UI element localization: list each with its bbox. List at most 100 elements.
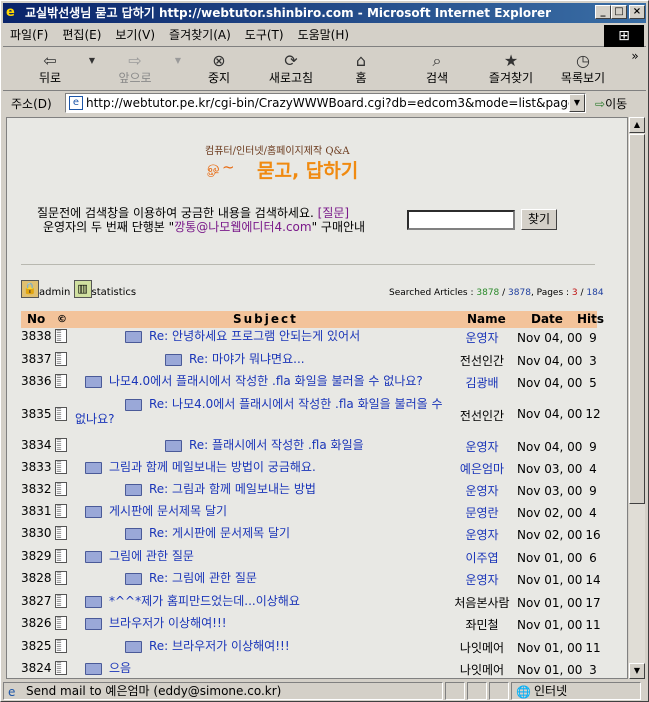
statistics-link[interactable]: statistics (92, 287, 137, 298)
table-row: 3829 = = = 그림에 관한 질문 이주엽 Nov 01, 00 6 (21, 549, 597, 569)
forward-button[interactable]: ⇨ 앞으로 (107, 51, 163, 89)
table-row: 3825 = = = Re: 브라우저가 이상해여!!! 나잇메어 Nov 01, 00… (21, 639, 601, 659)
vertical-scrollbar[interactable]: ▲ ▼ (628, 117, 645, 679)
question-link[interactable]: [질문] (318, 206, 349, 220)
menu-favorites[interactable]: 즐겨찾기(A) (162, 25, 238, 45)
article-subject-link[interactable]: Re: 그림과 함께 메일보내는 방법 (149, 482, 316, 497)
author-name[interactable]: 예은엄마 (447, 460, 517, 477)
article-subject-link[interactable]: 그림과 함께 메일보내는 방법이 궁금해요. (109, 460, 316, 475)
post-date: Nov 01, 00 (517, 596, 583, 610)
address-dropdown-icon[interactable]: ▼ (569, 94, 585, 112)
back-button[interactable]: ⇦ 뒤로 (25, 51, 75, 89)
table-row: 3838 = = = Re: 안녕하세요 프로그램 안되는게 있어서 운영자 Nov 0… (21, 329, 597, 349)
article-subject-link[interactable]: 브라우저가 이상해여!!! (109, 616, 227, 631)
document-icon: = = = (55, 661, 67, 675)
history-button[interactable]: ◷ 목록보기 (553, 51, 613, 89)
post-date: Nov 04, 00 (517, 407, 583, 421)
go-arrow-icon: ⇨ (595, 97, 606, 111)
close-button[interactable]: × (629, 5, 645, 19)
admin-link[interactable]: admin (39, 287, 70, 298)
author-name[interactable]: 운영자 (447, 526, 517, 543)
post-date: Nov 01, 00 (517, 641, 583, 655)
folder-icon (85, 596, 102, 608)
post-date: Nov 02, 00 (517, 506, 583, 520)
back-dropdown[interactable]: ▼ (87, 51, 97, 89)
hit-count: 12 (585, 407, 601, 421)
scroll-thumb[interactable] (629, 134, 645, 504)
folder-icon (125, 573, 142, 585)
article-subject-link[interactable]: 나모4.0에서 플래시에서 작성한 .fla 화일을 불러올 수 없나요? (109, 374, 423, 389)
maximize-button[interactable]: □ (611, 5, 627, 19)
author-name[interactable]: 처음본사람 (447, 594, 517, 611)
author-name[interactable]: 운영자 (447, 438, 517, 455)
article-subject-link[interactable]: Re: 나모4.0에서 플래시에서 작성한 .fla 화일을 불러올 수 없나요… (75, 397, 445, 427)
menu-file[interactable]: 파일(F) (3, 25, 55, 45)
board-search-button[interactable]: 찾기 (521, 209, 557, 230)
menu-edit[interactable]: 편집(E) (55, 25, 108, 45)
article-subject-link[interactable]: Re: 안녕하세요 프로그램 안되는게 있어서 (149, 329, 360, 344)
table-row: 3828 = = = Re: 그림에 관한 질문 운영자 Nov 01, 00 14 (21, 571, 601, 591)
article-subject-link[interactable]: Re: 게시판에 문서제목 달기 (149, 526, 290, 541)
table-row: 3826 = = = 브라우저가 이상해여!!! 좌민철 Nov 01, 00 11 (21, 616, 601, 636)
table-row: 3834 = = = Re: 플래시에서 작성한 .fla 화일을 운영자 Nov 04… (21, 438, 597, 458)
home-button[interactable]: ⌂ 홈 (343, 51, 379, 89)
author-name[interactable]: 전선인간 (447, 352, 517, 369)
document-icon: = = = (55, 460, 67, 474)
go-label: 이동 (605, 97, 628, 111)
folder-icon (85, 551, 102, 563)
author-name[interactable]: 이주엽 (447, 549, 517, 566)
folder-icon (85, 618, 102, 630)
intro-line1: 질문전에 검색창을 이용하여 궁금한 내용을 검색하세요. (37, 206, 314, 220)
author-name[interactable]: 문영란 (447, 504, 517, 521)
table-row: 3835 = = = Re: 나모4.0에서 플래시에서 작성한 .fla 화일을 … (21, 397, 601, 433)
table-row: 3830 = = = Re: 게시판에 문서제목 달기 운영자 Nov 02, 00 16 (21, 526, 601, 546)
table-row: 3824 = = = 으음 나잇메어 Nov 01, 00 3 (21, 661, 597, 678)
menu-tools[interactable]: 도구(T) (238, 25, 291, 45)
go-button[interactable]: ⇨이동 (595, 95, 627, 112)
book-link[interactable]: 깡통@나모웹에디터4.com (174, 220, 311, 234)
author-name[interactable]: 좌민철 (447, 616, 517, 633)
minimize-button[interactable]: _ (595, 5, 611, 19)
toolbar-more-button[interactable]: » (629, 49, 641, 87)
article-subject-link[interactable]: 그림에 관한 질문 (109, 549, 194, 564)
author-name[interactable]: 운영자 (447, 482, 517, 499)
article-subject-link[interactable]: *^^*제가 홈피만드었는데...이상해요 (109, 594, 300, 609)
author-name[interactable]: 운영자 (447, 329, 517, 346)
article-subject-link[interactable]: Re: 브라우저가 이상해여!!! (149, 639, 290, 654)
article-subject-link[interactable]: Re: 그림에 관한 질문 (149, 571, 257, 586)
address-input[interactable]: e http://webtutor.pe.kr/cgi-bin/CrazyWWW… (65, 93, 586, 113)
board-search-input[interactable] (407, 210, 515, 230)
row-number: 3826 (21, 616, 52, 630)
author-name[interactable]: 김광배 (447, 374, 517, 391)
refresh-button[interactable]: ⟳ 새로고침 (261, 51, 321, 89)
favorites-button[interactable]: ★ 즐겨찾기 (481, 51, 541, 89)
article-subject-link[interactable]: 게시판에 문서제목 달기 (109, 504, 227, 519)
folder-icon (125, 641, 142, 653)
row-number: 3836 (21, 374, 52, 388)
chart-icon[interactable]: ▥ (73, 280, 92, 298)
stop-button[interactable]: ⊗ 중지 (197, 51, 241, 89)
article-subject-link[interactable]: 으음 (109, 661, 131, 676)
author-name[interactable]: 전선인간 (447, 407, 517, 424)
search-button[interactable]: ⌕ 검색 (415, 51, 459, 89)
hit-count: 16 (585, 528, 601, 542)
scroll-up-icon[interactable]: ▲ (629, 117, 645, 133)
scroll-down-icon[interactable]: ▼ (629, 663, 645, 679)
title-bar[interactable]: e 교실밖선생님 묻고 답하기 http://webtutor.shinbiro… (3, 3, 646, 23)
status-pane-empty (445, 682, 465, 700)
document-icon: = = = (55, 407, 67, 421)
forward-dropdown[interactable]: ▼ (173, 51, 183, 89)
article-subject-link[interactable]: Re: 마야가 뭐냐면요... (189, 352, 305, 367)
admin-links: 🔒 admin ▥ statistics (21, 280, 136, 298)
intro-text: 질문전에 검색창을 이용하여 궁금한 내용을 검색하세요. [질문] 운영자의 … (37, 206, 397, 234)
menu-view[interactable]: 보기(V) (108, 25, 162, 45)
author-name[interactable]: 나잇메어 (447, 661, 517, 678)
status-pane-empty (467, 682, 487, 700)
author-name[interactable]: 나잇메어 (447, 639, 517, 656)
folder-icon (125, 484, 142, 496)
author-name[interactable]: 운영자 (447, 571, 517, 588)
lock-icon[interactable]: 🔒 (21, 280, 39, 298)
page-icon: e (69, 96, 83, 110)
article-subject-link[interactable]: Re: 플래시에서 작성한 .fla 화일을 (189, 438, 364, 453)
menu-help[interactable]: 도움말(H) (291, 25, 357, 45)
